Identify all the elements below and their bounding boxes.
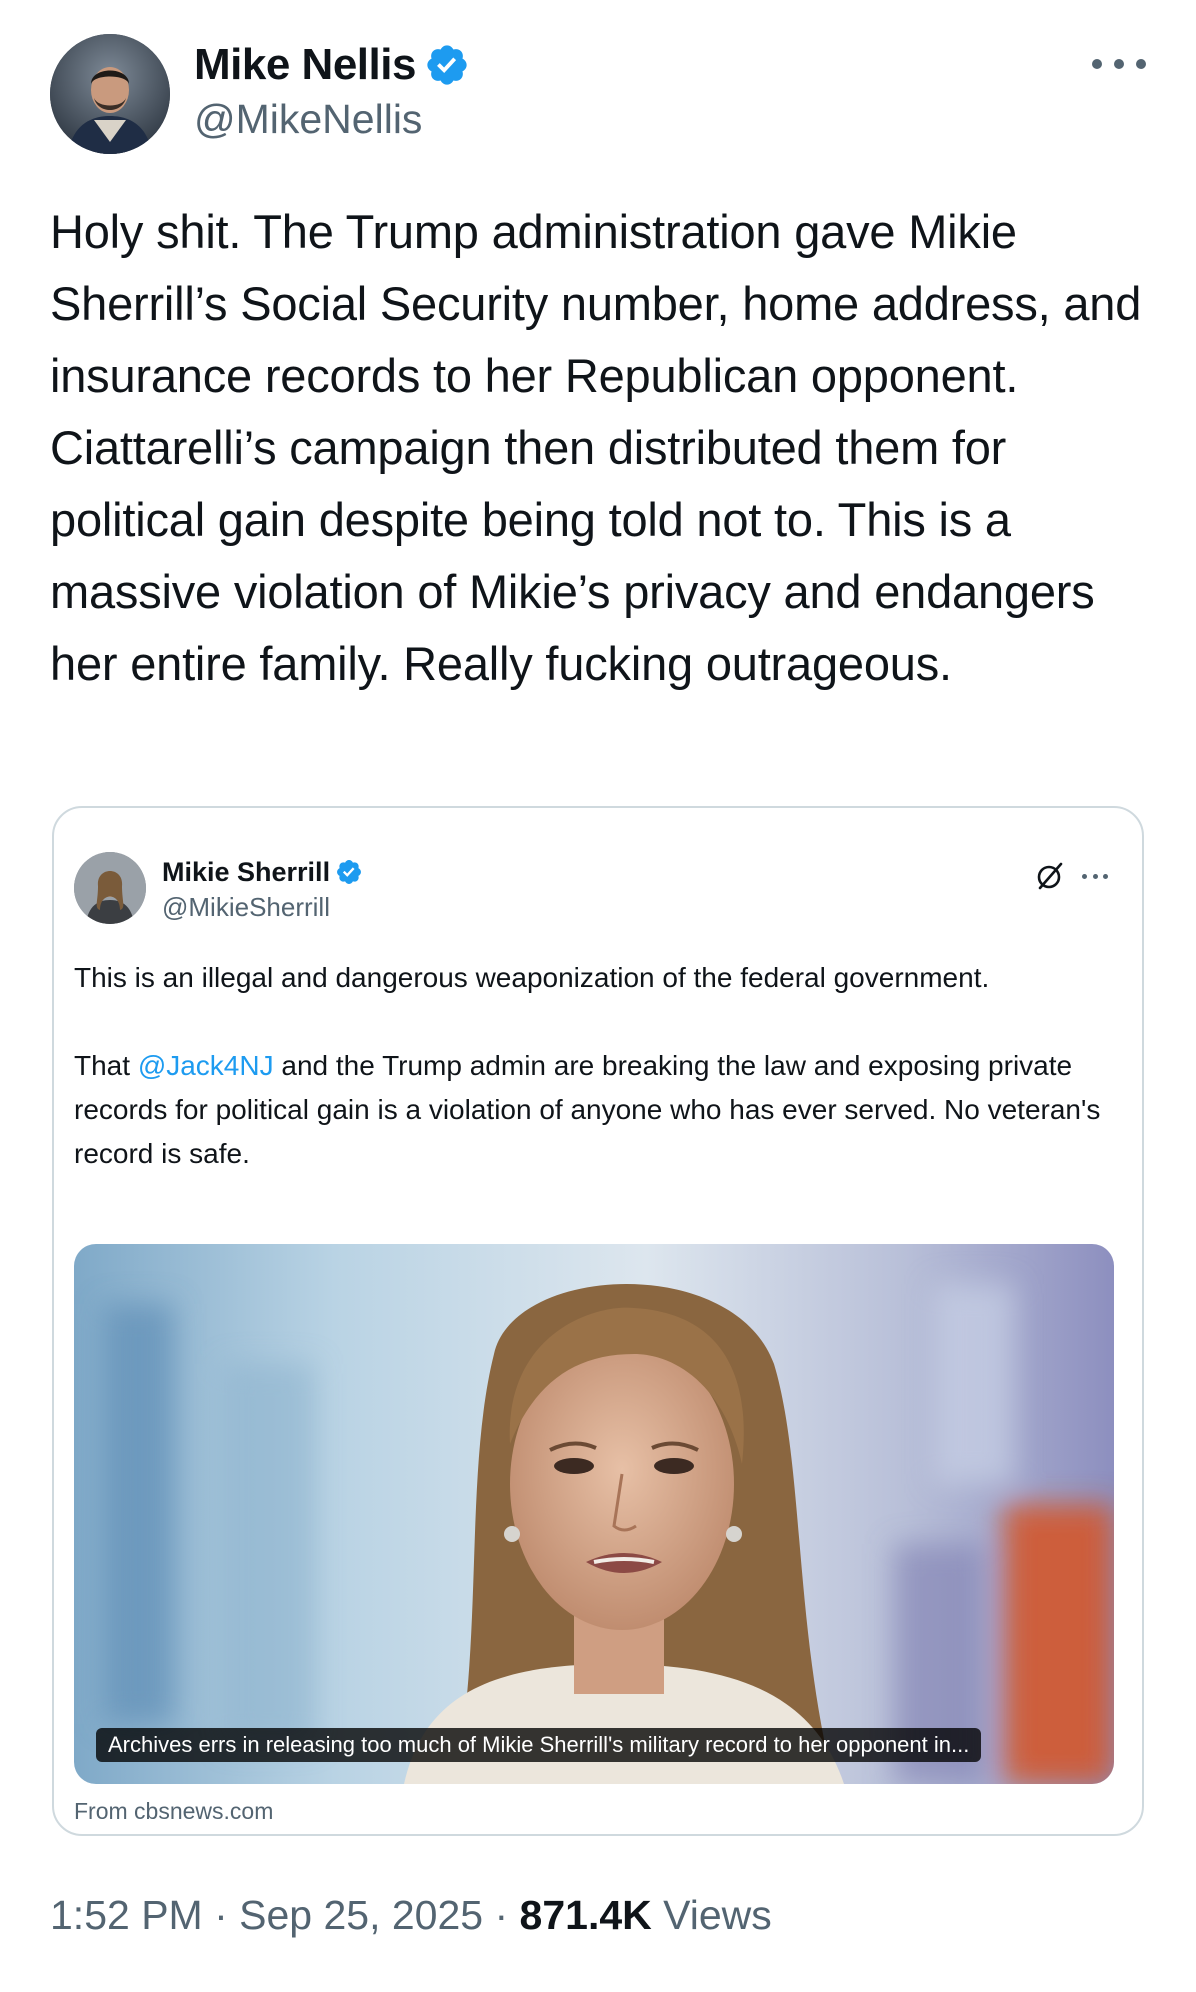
views-label: Views	[651, 1892, 772, 1938]
mention-link[interactable]: @Jack4NJ	[138, 1050, 274, 1081]
quoted-author-name-row[interactable]: Mikie Sherrill	[162, 854, 363, 890]
grok-icon[interactable]	[1034, 860, 1066, 892]
tweet-detail: Mike Nellis @MikeNellis Holy shit. The T…	[0, 0, 1196, 1992]
meta-separator: ·	[202, 1892, 240, 1938]
tweet-text: Holy shit. The Trump administration gave…	[50, 205, 1155, 690]
verified-badge-icon	[427, 45, 467, 85]
tweet-time[interactable]: 1:52 PM	[50, 1892, 203, 1938]
quoted-more-dots-icon[interactable]	[1082, 872, 1108, 880]
quoted-paragraph-2-prefix: That	[74, 1050, 138, 1081]
views-count[interactable]: 871.4K	[520, 1892, 652, 1938]
author-handle[interactable]: @MikeNellis	[194, 96, 422, 143]
quoted-author-name[interactable]: Mikie Sherrill	[162, 857, 330, 888]
quoted-author-handle[interactable]: @MikieSherrill	[162, 892, 330, 923]
link-preview-caption[interactable]: Archives errs in releasing too much of M…	[96, 1728, 982, 1762]
quoted-actions	[1034, 860, 1108, 892]
quoted-paragraph-2: That @Jack4NJ and the Trump admin are br…	[74, 1044, 1124, 1176]
link-source[interactable]: From cbsnews.com	[74, 1798, 273, 1825]
tweet-meta: 1:52 PM · Sep 25, 2025 · 871.4K Views	[50, 1892, 772, 1939]
more-dots-icon[interactable]	[1092, 44, 1146, 84]
tweet-date[interactable]: Sep 25, 2025	[239, 1892, 483, 1938]
quoted-author-avatar[interactable]	[74, 852, 146, 924]
quoted-tweet-text: This is an illegal and dangerous weaponi…	[74, 956, 1124, 1220]
link-preview-image[interactable]: Archives errs in releasing too much of M…	[74, 1244, 1114, 1784]
author-name-row[interactable]: Mike Nellis	[194, 36, 470, 94]
verified-badge-icon	[337, 860, 362, 884]
meta-separator: ·	[483, 1892, 520, 1938]
quoted-paragraph-1: This is an illegal and dangerous weaponi…	[74, 962, 990, 993]
author-name[interactable]: Mike Nellis	[194, 40, 416, 90]
author-avatar[interactable]	[50, 34, 170, 154]
quoted-tweet-card[interactable]: Mikie Sherrill @MikieSherrill This is an…	[52, 806, 1144, 1836]
